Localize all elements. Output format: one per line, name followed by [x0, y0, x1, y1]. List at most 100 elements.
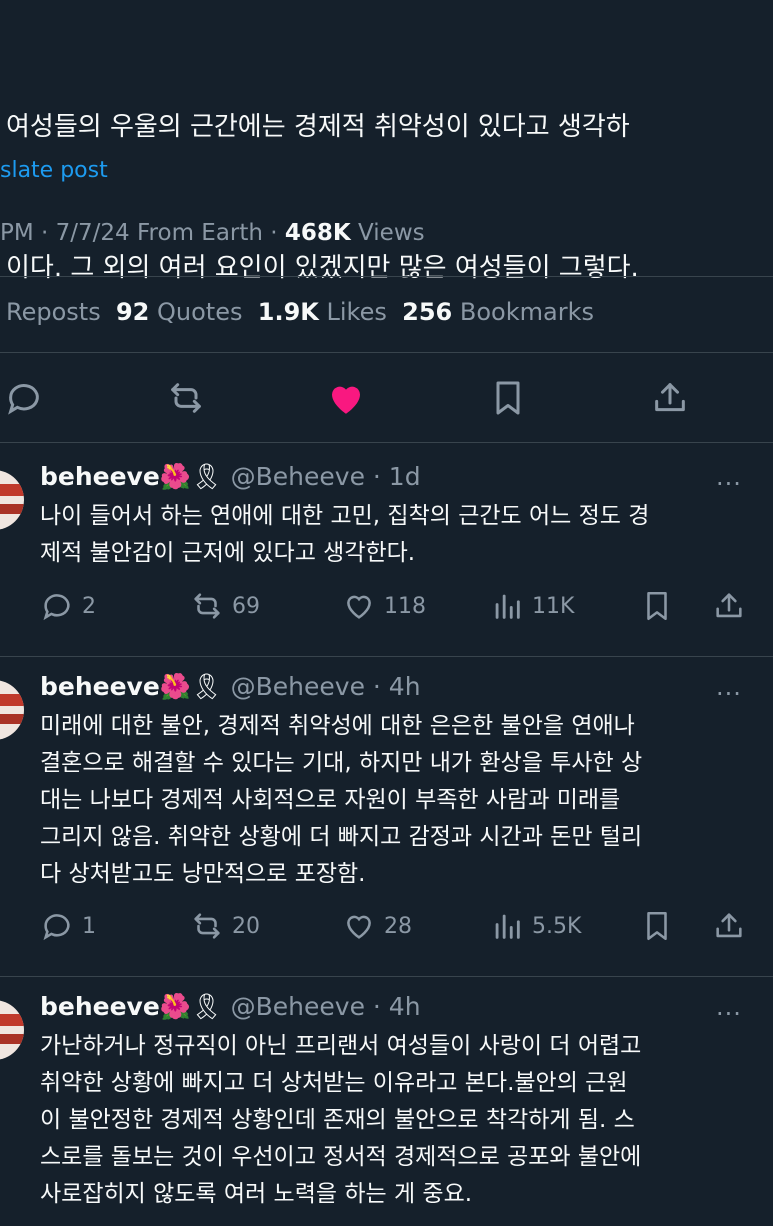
bookmarks-count[interactable]: 256 — [402, 298, 452, 326]
reply-text-line: 그리지 않음. 취약한 상황에 더 빠지고 감정과 시간과 돈만 털리 — [40, 824, 643, 850]
bookmark-button[interactable] — [486, 376, 530, 420]
post-text-line: 여성들의 우울의 근간에는 경제적 취약성이 있다고 생각하 — [6, 112, 630, 142]
reply-tweet[interactable]: beheeve🌺🎗 @Beheeve · 1d ··· 나이 들어서 하는 연애… — [0, 462, 773, 642]
avatar[interactable] — [0, 1000, 24, 1060]
reply-text: 나이 들어서 하는 연애에 대한 고민, 집착의 근간도 어느 정도 경 제적 … — [40, 498, 760, 572]
repost-count: 69 — [232, 593, 260, 619]
heart-icon — [347, 915, 371, 939]
share-icon — [655, 383, 685, 412]
reply-button[interactable]: 1 — [40, 906, 96, 946]
share-button[interactable] — [712, 906, 746, 946]
reply-text-line: 스로를 돌보는 것이 우선이고 정서적 경제적으로 공포와 불안에 — [40, 1144, 642, 1170]
repost-icon — [194, 913, 220, 939]
reply-tweet[interactable]: beheeve🌺🎗 @Beheeve · 4h ··· 미래에 대한 불안, 경… — [0, 672, 773, 972]
translate-post-link[interactable]: slate post — [0, 158, 108, 183]
reply-actions: 2 69 118 11K — [40, 586, 760, 626]
like-button[interactable]: 118 — [342, 586, 426, 626]
reply-tweet[interactable]: beheeve🌺🎗 @Beheeve · 4h ··· 가난하거나 정규직이 아… — [0, 992, 773, 1226]
reply-count: 1 — [82, 913, 96, 939]
repost-button[interactable]: 69 — [190, 586, 260, 626]
views-label: Views — [350, 220, 425, 246]
reply-text-line: 나이 들어서 하는 연애에 대한 고민, 집착의 근간도 어느 정도 경 — [40, 503, 650, 529]
reply-text-line: 결혼으로 해결할 수 있다는 기대, 하지만 내가 환상을 투사한 상 — [40, 750, 643, 776]
reply-header: beheeve🌺🎗 @Beheeve · 1d — [40, 462, 421, 492]
reply-button[interactable]: 2 — [40, 586, 96, 626]
post-action-bar — [0, 376, 773, 422]
repost-button[interactable]: 20 — [190, 906, 260, 946]
likes-count[interactable]: 1.9K — [258, 298, 319, 326]
reply-icon — [43, 594, 70, 621]
avatar[interactable] — [0, 680, 24, 740]
like-button[interactable] — [324, 376, 368, 420]
divider — [0, 976, 773, 977]
views-button[interactable]: 5.5K — [490, 906, 581, 946]
view-count: 11K — [532, 593, 575, 619]
analytics-icon — [495, 594, 520, 619]
quotes-label[interactable]: Quotes — [157, 298, 242, 326]
reply-header: beheeve🌺🎗 @Beheeve · 4h — [40, 992, 421, 1022]
view-count: 5.5K — [532, 913, 582, 939]
more-options-icon[interactable]: ··· — [716, 680, 742, 708]
repost-count: 20 — [232, 913, 260, 939]
handle-and-time[interactable]: @Beheeve · 1d — [231, 462, 421, 491]
bookmark-icon — [496, 381, 520, 415]
emoji-badges: 🌺🎗 — [159, 672, 223, 701]
display-name[interactable]: beheeve — [40, 672, 160, 701]
engagement-stats: Reposts 92 Quotes 1.9K Likes 256 Bookmar… — [6, 298, 594, 326]
post-meta: PM · 7/7/24 From Earth · 468K Views — [0, 220, 425, 246]
share-icon — [716, 593, 742, 618]
analytics-icon — [495, 914, 520, 939]
bookmark-button[interactable] — [640, 586, 674, 626]
share-button[interactable] — [712, 586, 746, 626]
like-count: 118 — [384, 593, 426, 619]
reply-text: 가난하거나 정규직이 아닌 프리랜서 여성들이 사랑이 더 어렵고 취약한 상황… — [40, 1028, 760, 1213]
reply-icon — [8, 384, 39, 415]
divider — [0, 352, 773, 353]
reply-text-line: 미래에 대한 불안, 경제적 취약성에 대한 은은한 불안을 연애나 — [40, 713, 635, 739]
display-name[interactable]: beheeve — [40, 992, 160, 1021]
reply-button[interactable] — [2, 376, 46, 420]
emoji-badges: 🌺🎗 — [159, 992, 223, 1021]
like-count: 28 — [384, 913, 412, 939]
share-icon — [716, 913, 742, 938]
heart-icon — [347, 595, 371, 619]
repost-icon — [171, 383, 201, 413]
reply-text-line: 이 불안정한 경제적 상황인데 존재의 불안으로 착각하게 됨. 스 — [40, 1107, 635, 1133]
emoji-badges: 🌺🎗 — [159, 462, 223, 491]
reply-text-line: 다 상처받고도 낭만적으로 포장함. — [40, 861, 366, 887]
reply-text-line: 대는 나보다 경제적 사회적으로 자원이 부족한 사람과 미래를 — [40, 787, 621, 813]
likes-label[interactable]: Likes — [327, 298, 387, 326]
display-name[interactable]: beheeve — [40, 462, 160, 491]
divider — [0, 442, 773, 443]
divider — [0, 656, 773, 657]
reply-icon — [43, 914, 70, 941]
heart-filled-icon — [332, 386, 360, 414]
repost-button[interactable] — [164, 376, 208, 420]
reposts-link[interactable]: Reposts — [6, 298, 101, 326]
bookmark-button[interactable] — [640, 906, 674, 946]
post-timestamp: PM · 7/7/24 From Earth · — [0, 220, 285, 246]
reply-text-line: 사로잡히지 않도록 여러 노력을 하는 게 중요. — [40, 1181, 473, 1207]
avatar[interactable] — [0, 470, 24, 530]
quotes-count[interactable]: 92 — [116, 298, 149, 326]
bookmark-icon — [647, 911, 667, 941]
handle-and-time[interactable]: @Beheeve · 4h — [231, 672, 421, 701]
more-options-icon[interactable]: ··· — [716, 1000, 742, 1028]
bookmarks-label[interactable]: Bookmarks — [460, 298, 594, 326]
views-count: 468K — [284, 220, 351, 246]
handle-and-time[interactable]: @Beheeve · 4h — [231, 992, 421, 1021]
repost-icon — [194, 593, 220, 619]
like-button[interactable]: 28 — [342, 906, 412, 946]
reply-text-line: 제적 불안감이 근저에 있다고 생각한다. — [40, 540, 416, 566]
share-button[interactable] — [648, 376, 692, 420]
reply-actions: 1 20 28 5.5K — [40, 906, 760, 946]
reply-text-line: 취약한 상황에 빠지고 더 상처받는 이유라고 본다.불안의 근원 — [40, 1070, 628, 1096]
reply-header: beheeve🌺🎗 @Beheeve · 4h — [40, 672, 421, 702]
more-options-icon[interactable]: ··· — [716, 470, 742, 498]
reply-count: 2 — [82, 593, 96, 619]
reply-text: 미래에 대한 불안, 경제적 취약성에 대한 은은한 불안을 연애나 결혼으로 … — [40, 708, 760, 893]
bookmark-icon — [647, 591, 667, 621]
views-button[interactable]: 11K — [490, 586, 574, 626]
divider — [0, 276, 773, 277]
post-text: 여성들의 우울의 근간에는 경제적 취약성이 있다고 생각하 이다. 그 외의 … — [6, 10, 773, 339]
